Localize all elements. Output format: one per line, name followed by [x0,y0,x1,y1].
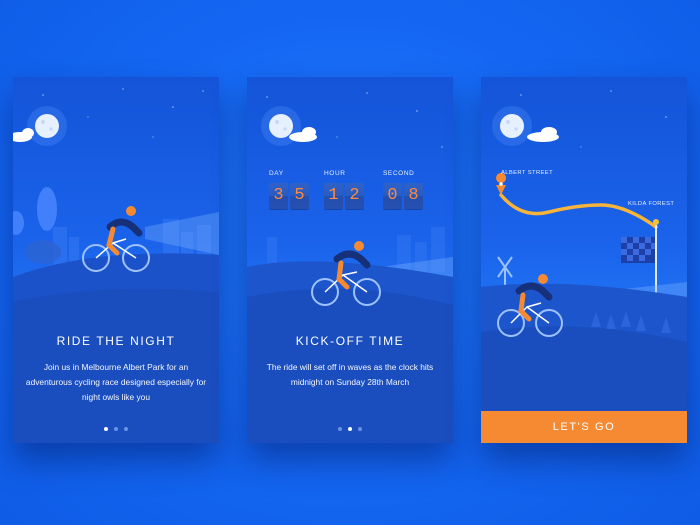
onboarding-screen-1: RIDE THE NIGHT Join us in Melbourne Albe… [13,77,219,443]
countdown-digit: 8 [404,183,423,209]
page-dot-2[interactable] [348,427,352,431]
location-pin-icon [496,173,507,195]
cloud-icon [527,127,559,142]
second-label: SECOND [383,170,415,177]
countdown-digit: 0 [383,183,402,209]
screen-title: KICK-OFF TIME [295,334,405,348]
countdown-digit: 5 [290,183,309,209]
moon-icon [27,106,67,146]
countdown-digit: 2 [345,183,364,209]
cloud-icon [13,128,34,142]
countdown-digit: 3 [269,183,288,209]
hour-label: HOUR [324,170,346,177]
page-dot-1[interactable] [338,427,342,431]
screen-description: Join us in Melbourne Albert Park for an … [25,362,207,402]
countdown-digit: 1 [324,183,343,209]
onboarding-screen-2: DAY HOUR SECOND 3 5 1 2 0 8 KICK-OFF TIM… [247,77,453,443]
moon-icon [492,106,532,146]
page-dot-1[interactable] [104,427,108,431]
page-indicator [13,427,219,431]
page-dot-2[interactable] [114,427,118,431]
lets-go-button[interactable]: LET'S GO [481,411,687,443]
start-location-label: ALBERT STREET [501,170,554,176]
page-indicator [247,427,453,431]
day-label: DAY [269,170,284,177]
screen-title: RIDE THE NIGHT [56,334,176,348]
screen-description: The ride will set off in waves as the cl… [266,362,434,387]
onboarding-screen-3: ALBERT STREET KILDA FOREST LET'S GO [481,77,687,443]
checkered-flag-icon [621,237,655,263]
scene-illustration-3 [481,90,687,443]
page-dot-3[interactable] [358,427,362,431]
end-location-label: KILDA FOREST [628,201,675,207]
page-dot-3[interactable] [124,427,128,431]
